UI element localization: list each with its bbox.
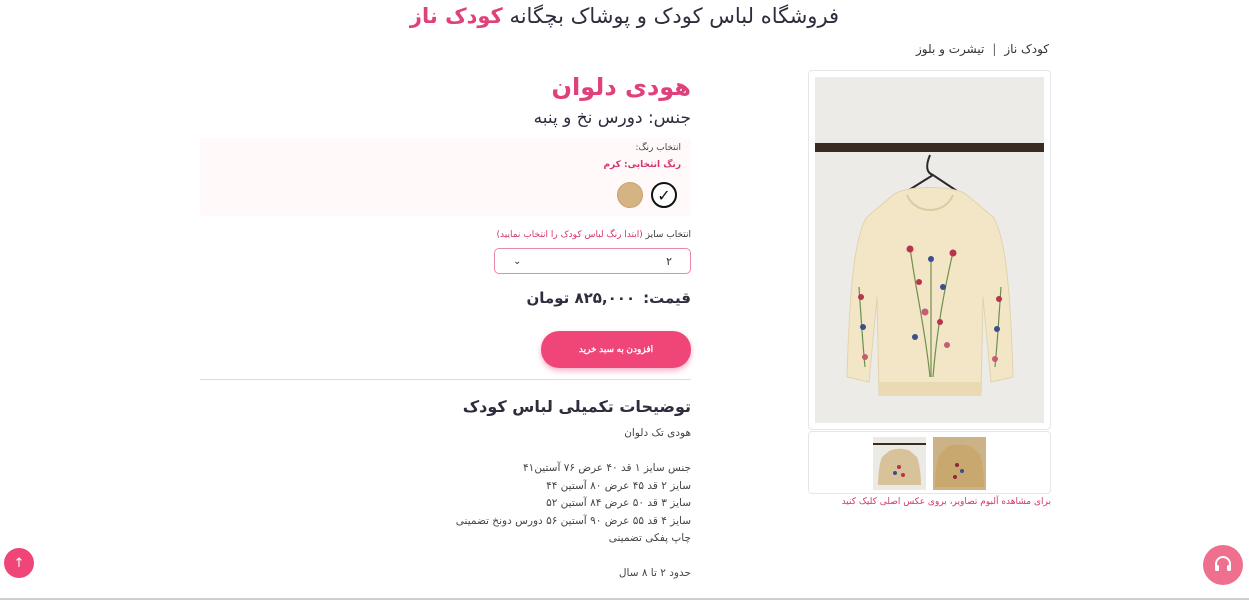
support-button[interactable] [1203,545,1243,585]
site-title-text: فروشگاه لباس کودک و پوشاک بچگانه [509,4,840,28]
price: قیمت: ۸۲۵,۰۰۰ تومان [526,289,691,307]
breadcrumb: کودک ناز | تیشرت و بلوز [916,42,1049,56]
site-title: فروشگاه لباس کودک و پوشاک بچگانه کودک نا… [0,4,1249,28]
product-title: هودی دلوان [551,73,691,101]
description-line: سایز ۳ قد ۵۰ عرض ۸۴ آستین ۵۲ [546,497,691,509]
product-main-image[interactable] [808,70,1051,430]
description-line: سایز ۴ قد ۵۵ عرض ۹۰ آستین ۵۶ دورس دونخ ت… [455,514,691,527]
color-label: انتخاب رنگ: [635,143,681,153]
size-label: انتخاب سایز (ابتدا رنگ لباس کودک را انتخ… [497,230,691,240]
hoodie-illustration [815,77,1044,423]
description-title: توضیحات تکمیلی لباس کودک [462,397,691,416]
price-value: ۸۲۵,۰۰۰ تومان [526,289,636,307]
add-to-cart-button[interactable]: افزودن به سبد خرید [541,331,691,368]
check-icon: ✓ [657,185,671,205]
thumbnail-2[interactable] [933,437,986,490]
headset-icon [1215,556,1231,571]
description-line: سایز ۲ قد ۴۵ عرض ۸۰ آستین ۴۴ [546,479,691,492]
hoodie-photo [815,77,1044,423]
description-line: هودی تک دلوان [624,427,691,439]
color-picker: انتخاب رنگ: رنگ انتخابی: کرم ✓ [200,138,691,216]
breadcrumb-separator: | [992,42,997,56]
breadcrumb-category[interactable]: تیشرت و بلوز [916,42,984,56]
arrow-up-icon: ↑ [13,555,25,571]
color-swatches: ✓ [617,182,677,208]
price-label: قیمت: [643,289,691,307]
divider [200,379,691,380]
description-line [200,548,691,566]
description-line: حدود ۲ تا ۸ سال [618,567,691,579]
thumbnail-strip [808,431,1051,494]
description-body: هودی تک دلوان جنس سایز ۱ قد ۴۰ عرض ۷۶ آس… [200,425,691,583]
size-select[interactable]: ۲ ⌄ [494,248,691,274]
color-selected: رنگ انتخابی: کرم [603,160,681,170]
product-material: جنس: دورس نخ و پنبه [533,108,691,128]
breadcrumb-home[interactable]: کودک ناز [1004,42,1049,56]
swatch-cream[interactable] [617,182,643,208]
site-brand[interactable]: کودک ناز [410,4,503,28]
swatch-selected-check[interactable]: ✓ [651,182,677,208]
scroll-top-button[interactable]: ↑ [4,548,34,578]
chevron-down-icon: ⌄ [513,255,522,267]
description-line: جنس سایز ۱ قد ۴۰ عرض ۷۶ آستین۴۱ [523,462,691,474]
thumbnail-1[interactable] [873,437,926,490]
size-value: ۲ [666,254,672,268]
description-line: چاپ پفکی تضمینی [608,532,691,544]
description-line [200,443,691,461]
gallery-note: برای مشاهده آلبوم تصاویر، بروی عکس اصلی … [841,497,1051,507]
size-hint: (ابتدا رنگ لباس کودک را انتخاب نمایید) [496,230,643,240]
size-label-text: انتخاب سایز [645,230,691,240]
